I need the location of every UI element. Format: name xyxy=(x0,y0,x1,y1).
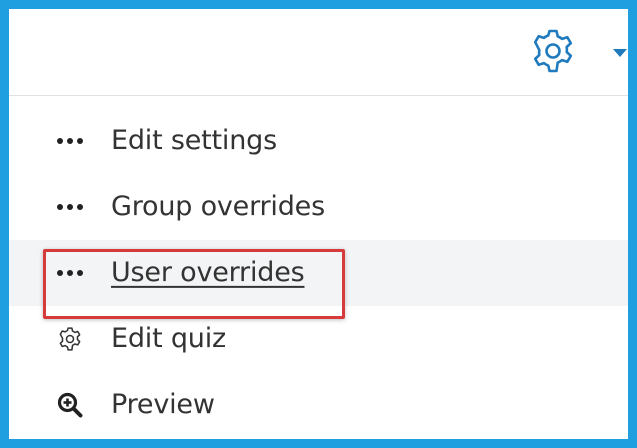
more-dots-icon xyxy=(56,193,84,221)
action-menu: Edit settings Group overrides User overr… xyxy=(9,96,628,439)
gear-icon xyxy=(533,29,573,73)
action-menu-header xyxy=(9,9,628,96)
menu-item-preview[interactable]: Preview xyxy=(9,372,628,438)
caret-down-icon xyxy=(613,49,627,57)
menu-item-label: Edit quiz xyxy=(111,322,226,354)
menu-item-group-overrides[interactable]: Group overrides xyxy=(9,174,628,240)
settings-menu-toggle[interactable] xyxy=(521,21,628,81)
menu-item-edit-settings[interactable]: Edit settings xyxy=(9,108,628,174)
menu-item-label: User overrides xyxy=(111,256,305,288)
zoom-in-icon xyxy=(56,391,84,419)
menu-item-label: Edit settings xyxy=(111,124,277,156)
screenshot-frame: Edit settings Group overrides User overr… xyxy=(0,0,637,448)
menu-item-user-overrides[interactable]: User overrides xyxy=(9,240,628,306)
menu-item-label: Preview xyxy=(111,388,215,420)
more-dots-icon xyxy=(56,259,84,287)
gear-icon xyxy=(56,325,84,353)
menu-item-edit-quiz[interactable]: Edit quiz xyxy=(9,306,628,372)
more-dots-icon xyxy=(56,127,84,155)
menu-item-label: Group overrides xyxy=(111,190,325,222)
